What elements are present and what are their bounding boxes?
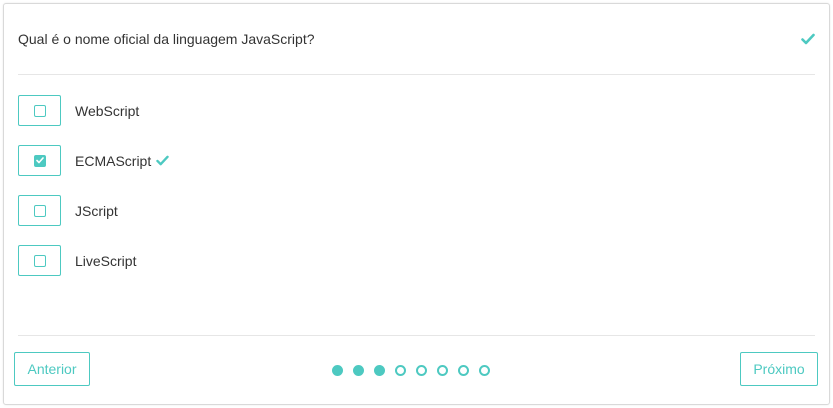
option-ecmascript[interactable]: ECMAScript bbox=[18, 145, 169, 176]
page-dot-2[interactable] bbox=[353, 365, 364, 376]
question-header: Qual é o nome oficial da linguagem JavaS… bbox=[18, 4, 815, 75]
previous-button[interactable]: Anterior bbox=[14, 352, 90, 386]
option-label: LiveScript bbox=[75, 252, 137, 269]
page-dot-5[interactable] bbox=[416, 365, 427, 376]
option-webscript[interactable]: WebScript bbox=[18, 95, 169, 126]
checkbox-square-icon bbox=[33, 204, 46, 217]
checkbox-checked-icon bbox=[33, 154, 46, 167]
question-text: Qual é o nome oficial da linguagem JavaS… bbox=[18, 31, 315, 47]
option-checkbox[interactable] bbox=[18, 245, 61, 276]
check-icon bbox=[801, 33, 815, 45]
option-checkbox[interactable] bbox=[18, 145, 61, 176]
pagination-dots bbox=[332, 365, 490, 376]
next-button[interactable]: Próximo bbox=[740, 352, 818, 386]
answer-options: WebScript ECMAScript JScript LiveScript bbox=[18, 95, 169, 295]
option-checkbox[interactable] bbox=[18, 95, 61, 126]
correct-check-icon bbox=[156, 155, 169, 166]
quiz-card: Qual é o nome oficial da linguagem JavaS… bbox=[3, 3, 830, 405]
option-label: ECMAScript bbox=[75, 152, 152, 169]
footer-divider bbox=[18, 335, 815, 336]
option-label: WebScript bbox=[75, 102, 140, 119]
page-dot-1[interactable] bbox=[332, 365, 343, 376]
option-livescript[interactable]: LiveScript bbox=[18, 245, 169, 276]
checkbox-square-icon bbox=[33, 104, 46, 117]
checkbox-square-icon bbox=[33, 254, 46, 267]
page-dot-3[interactable] bbox=[374, 365, 385, 376]
page-dot-7[interactable] bbox=[458, 365, 469, 376]
page-dot-8[interactable] bbox=[479, 365, 490, 376]
option-jscript[interactable]: JScript bbox=[18, 195, 169, 226]
option-label: JScript bbox=[75, 202, 118, 219]
page-dot-4[interactable] bbox=[395, 365, 406, 376]
page-dot-6[interactable] bbox=[437, 365, 448, 376]
option-checkbox[interactable] bbox=[18, 195, 61, 226]
